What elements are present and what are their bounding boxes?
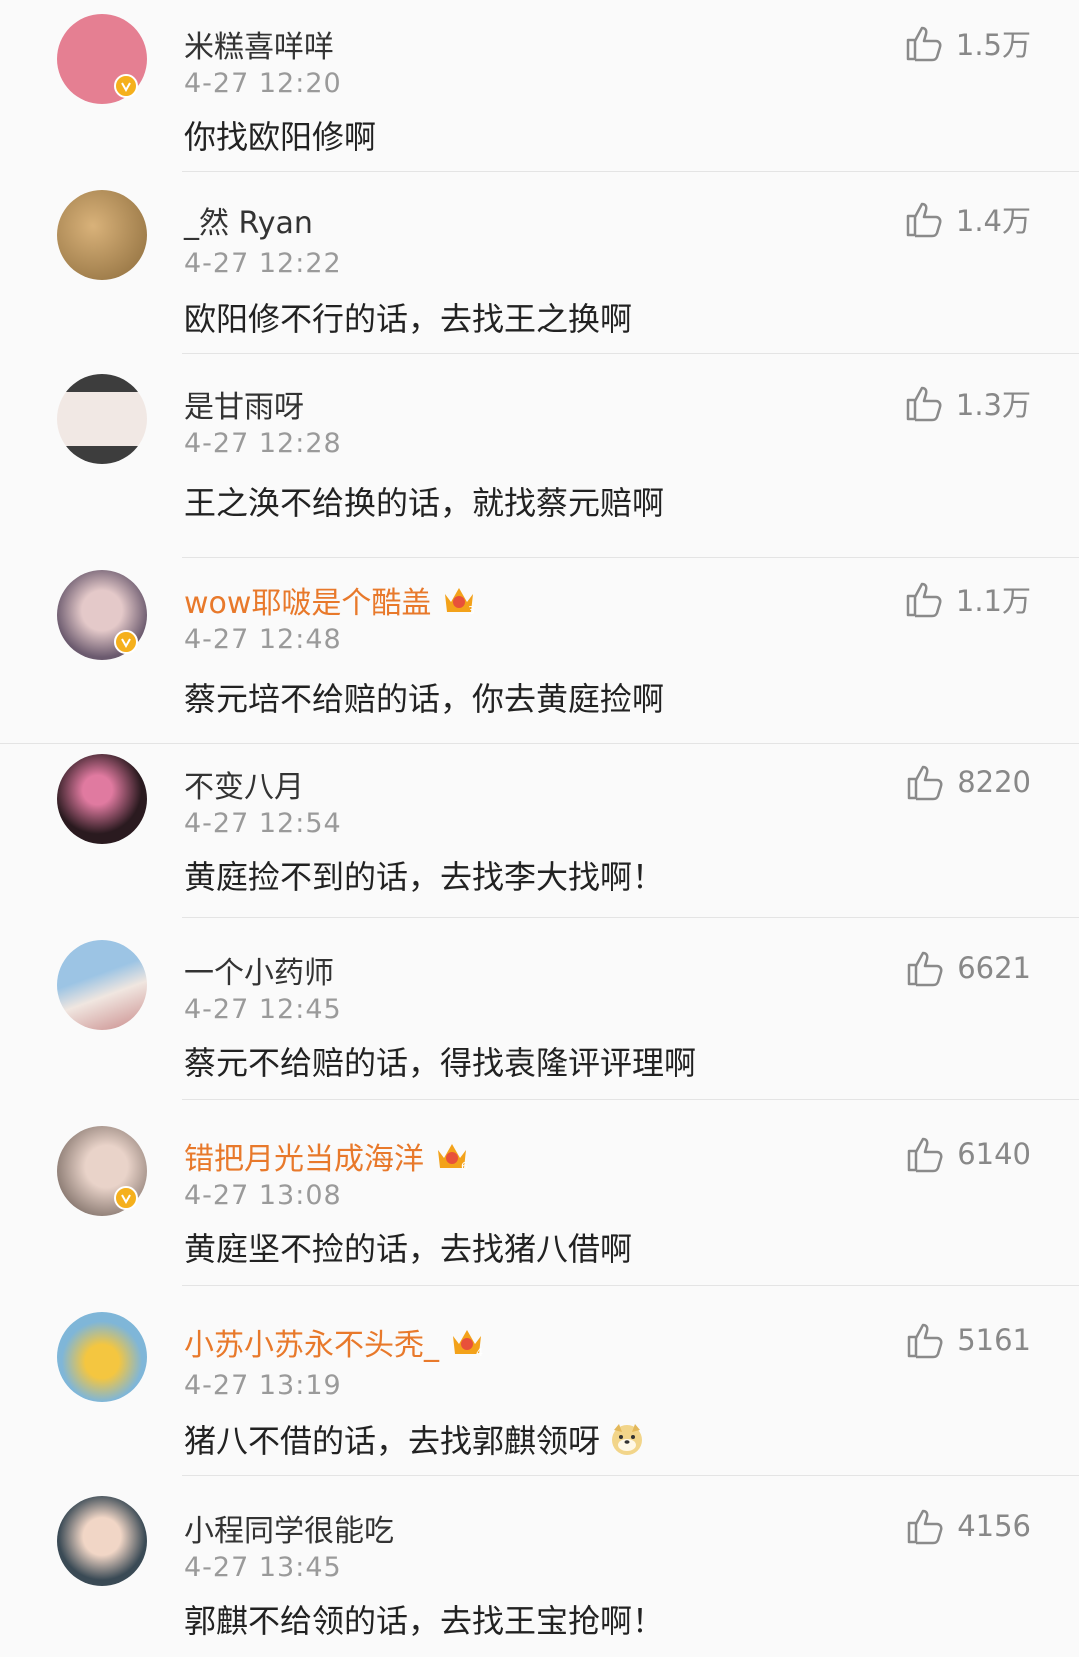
thumbs-up-icon (907, 951, 943, 987)
like-button[interactable]: 1.3万 (904, 382, 1031, 424)
comment-username[interactable]: _然 Ryan (184, 198, 313, 242)
comment-username[interactable]: 一个小药师 (184, 948, 334, 992)
like-button[interactable]: 1.5万 (904, 22, 1031, 64)
comment-time: 4-27 12:20 (184, 68, 342, 99)
vip-crown-icon: 3 (441, 582, 477, 618)
thumbs-up-icon (906, 202, 942, 238)
comment-username-text: 错把月光当成海洋 (184, 1142, 424, 1177)
like-count: 1.5万 (955, 28, 1031, 62)
thumbs-up-icon (906, 386, 942, 422)
like-button[interactable]: 6621 (905, 948, 1031, 988)
comment-username[interactable]: 错把月光当成海洋 6 (184, 1134, 470, 1178)
comment-username-text: wow耶啵是个酷盖 (184, 586, 432, 621)
comment-time: 4-27 12:22 (184, 248, 342, 279)
doge-emoji-icon (608, 1420, 646, 1458)
comment-item: 一个小药师 4-27 12:45 蔡元不给赔的话，得找袁隆评评理啊 6621 (0, 926, 1079, 1100)
comment-text-content: 猪八不借的话，去找郭麒领呀 (184, 1422, 601, 1460)
vip-crown-icon: 6 (434, 1138, 470, 1174)
comment-text: 蔡元培不给赔的话，你去黄庭捡啊 (184, 680, 665, 718)
comment-text: 郭麒不给领的话，去找王宝抢啊！ (184, 1602, 665, 1640)
comment-time: 4-27 12:48 (184, 624, 342, 655)
avatar[interactable] (57, 1496, 147, 1586)
vip-crown-icon: 4 (449, 1324, 485, 1360)
comment-time: 4-27 12:45 (184, 994, 342, 1025)
comment-text: 猪八不借的话，去找郭麒领呀 (184, 1416, 646, 1462)
comment-item: 是甘雨呀 4-27 12:28 王之涣不给换的话，就找蔡元赔啊 1.3万 (0, 360, 1079, 558)
comment-time: 4-27 13:08 (184, 1180, 342, 1211)
comment-username[interactable]: 小苏小苏永不头秃_ 4 (184, 1320, 485, 1364)
comment-username-text: 小苏小苏永不头秃_ (184, 1328, 439, 1363)
comment-item: _然 Ryan 4-27 12:22 欧阳修不行的话，去找王之换啊 1.4万 (0, 176, 1079, 354)
comment-item: 小程同学很能吃 4-27 13:45 郭麒不给领的话，去找王宝抢啊！ 4156 (0, 1484, 1079, 1657)
thumbs-up-icon (907, 1137, 943, 1173)
like-count: 5161 (957, 1323, 1031, 1357)
comment-username[interactable]: 不变八月 (184, 762, 304, 806)
comment-time: 4-27 13:19 (184, 1370, 342, 1401)
verified-v-icon (114, 74, 138, 98)
thumbs-up-icon (907, 765, 943, 801)
comment-time: 4-27 13:45 (184, 1552, 342, 1583)
comment-text: 蔡元不给赔的话，得找袁隆评评理啊 (184, 1044, 697, 1082)
svg-text:3: 3 (468, 604, 475, 617)
comment-text: 黄庭捡不到的话，去找李大找啊！ (184, 858, 665, 896)
like-button[interactable]: 6140 (905, 1134, 1031, 1174)
like-button[interactable]: 5161 (905, 1320, 1031, 1360)
like-button[interactable]: 1.1万 (904, 578, 1031, 620)
avatar[interactable] (57, 1312, 147, 1402)
comment-text: 你找欧阳修啊 (184, 118, 377, 156)
like-button[interactable]: 8220 (905, 762, 1031, 802)
comment-item: 米糕喜咩咩 4-27 12:20 你找欧阳修啊 1.5万 (0, 0, 1079, 172)
avatar[interactable] (57, 190, 147, 280)
like-count: 1.3万 (955, 388, 1031, 422)
avatar[interactable] (57, 940, 147, 1030)
comment-username[interactable]: 是甘雨呀 (184, 382, 304, 426)
thumbs-up-icon (906, 582, 942, 618)
like-count: 1.4万 (955, 204, 1031, 238)
thumbs-up-icon (906, 26, 942, 62)
comment-text: 王之涣不给换的话，就找蔡元赔啊 (184, 484, 665, 522)
comment-item: 错把月光当成海洋 6 4-27 13:08 黄庭坚不捡的话，去找猪八借啊 614… (0, 1112, 1079, 1286)
like-count: 8220 (957, 765, 1031, 799)
comment-time: 4-27 12:28 (184, 428, 342, 459)
comment-username[interactable]: 小程同学很能吃 (184, 1506, 394, 1550)
verified-v-icon (114, 1186, 138, 1210)
comment-item: wow耶啵是个酷盖 3 4-27 12:48 蔡元培不给赔的话，你去黄庭捡啊 1… (0, 556, 1079, 744)
comment-time: 4-27 12:54 (184, 808, 342, 839)
like-button[interactable]: 4156 (905, 1506, 1031, 1546)
thumbs-up-icon (907, 1509, 943, 1545)
comment-item: 不变八月 4-27 12:54 黄庭捡不到的话，去找李大找啊！ 8220 (0, 740, 1079, 918)
comment-username[interactable]: 米糕喜咩咩 (184, 22, 334, 66)
thumbs-up-icon (907, 1323, 943, 1359)
verified-v-icon (114, 630, 138, 654)
comment-item: 小苏小苏永不头秃_ 4 4-27 13:19 猪八不借的话，去找郭麒领呀 516… (0, 1298, 1079, 1476)
comment-text: 黄庭坚不捡的话，去找猪八借啊 (184, 1230, 633, 1268)
comment-list: 米糕喜咩咩 4-27 12:20 你找欧阳修啊 1.5万 _然 Ryan 4-2… (0, 0, 1079, 1657)
comment-username[interactable]: wow耶啵是个酷盖 3 (184, 578, 477, 622)
avatar[interactable] (57, 374, 147, 464)
comment-text: 欧阳修不行的话，去找王之换啊 (184, 300, 633, 338)
like-button[interactable]: 1.4万 (904, 198, 1031, 240)
like-count: 1.1万 (955, 584, 1031, 618)
svg-text:4: 4 (476, 1346, 483, 1359)
like-count: 4156 (957, 1509, 1031, 1543)
avatar[interactable] (57, 754, 147, 844)
like-count: 6140 (957, 1137, 1031, 1171)
svg-text:6: 6 (461, 1160, 468, 1173)
like-count: 6621 (957, 951, 1031, 985)
